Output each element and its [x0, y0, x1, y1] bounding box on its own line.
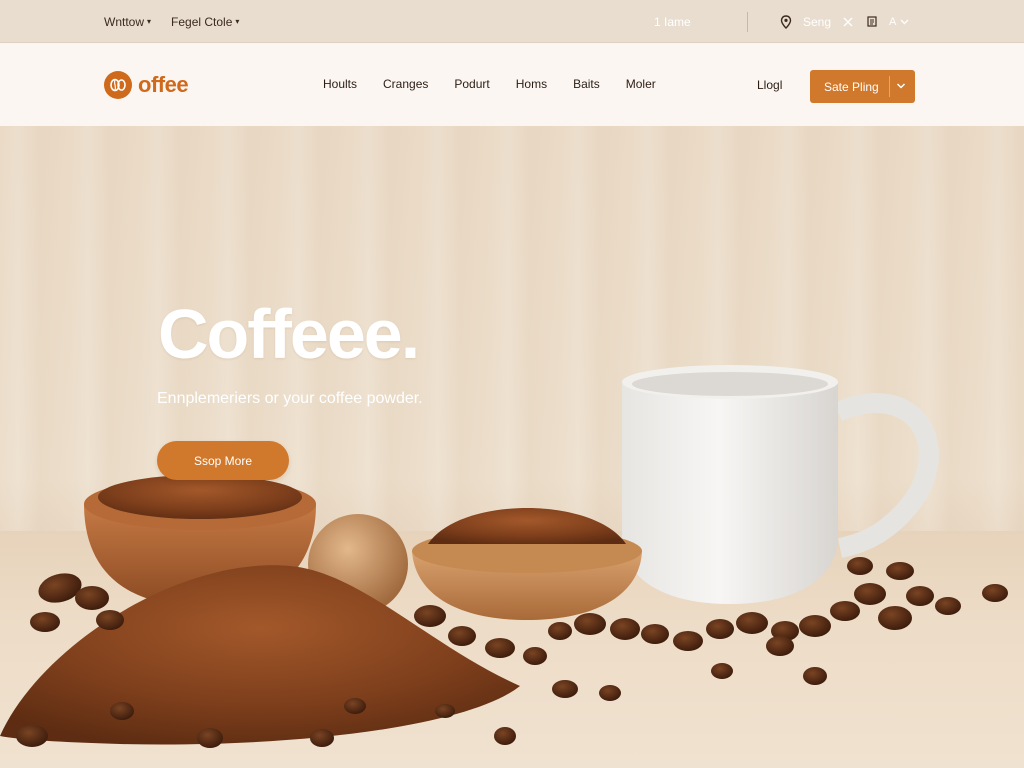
- white-mug: [622, 365, 939, 604]
- caret-down-icon: ▾: [147, 17, 152, 26]
- chevron-down-icon: [900, 19, 909, 24]
- utility-divider: [747, 12, 748, 32]
- utility-bar: Wnttow ▾ Fegel Ctole ▾ 1 Iame Seng A: [0, 0, 1024, 43]
- hero-title: Coffeee.: [158, 295, 420, 373]
- language-label: A: [889, 15, 897, 28]
- nav-link-podurt[interactable]: Podurt: [454, 77, 489, 91]
- location-pin-icon[interactable]: [779, 14, 793, 29]
- main-nav: offee Hoults Cranges Podurt Homs Baits M…: [0, 43, 1024, 126]
- nav-links: Hoults Cranges Podurt Homs Baits Moler: [323, 77, 682, 91]
- hero-section: Coffeee. Ennplemeriers or your coffee po…: [0, 126, 1024, 768]
- nav-link-hoults[interactable]: Hoults: [323, 77, 357, 91]
- middle-bowl-ground-coffee: [412, 508, 642, 620]
- document-icon[interactable]: [865, 15, 879, 29]
- nav-link-moler[interactable]: Moler: [626, 77, 656, 91]
- feel-cole-menu[interactable]: Fegel Ctole ▾: [171, 15, 239, 29]
- feel-cole-menu-label: Fegel Ctole: [171, 14, 233, 29]
- nav-link-baits[interactable]: Baits: [573, 77, 600, 91]
- chevron-down-icon: [896, 83, 906, 89]
- nav-link-homs[interactable]: Homs: [516, 77, 547, 91]
- nav-link-cranges[interactable]: Cranges: [383, 77, 428, 91]
- shop-more-label: Ssop More: [193, 453, 253, 468]
- close-icon[interactable]: [841, 15, 855, 29]
- logo[interactable]: offee: [104, 71, 189, 99]
- cta-label: Sate Pling: [824, 79, 879, 94]
- coffee-product-scene: [0, 365, 1008, 748]
- cta-dropdown-button[interactable]: Sate Pling: [810, 70, 915, 103]
- utility-left-menus: Wnttow ▾ Fegel Ctole ▾: [104, 0, 239, 43]
- logo-text: offee: [138, 72, 189, 97]
- utility-right-group: Seng A: [779, 0, 909, 43]
- shop-more-button[interactable]: Ssop More: [157, 441, 289, 480]
- cta-separator: [889, 76, 890, 97]
- home-link[interactable]: 1 Iame: [654, 15, 691, 29]
- caret-down-icon: ▾: [235, 17, 240, 26]
- sing-link[interactable]: Seng: [803, 15, 831, 29]
- window-menu-label: Wnttow: [104, 14, 145, 29]
- window-menu[interactable]: Wnttow ▾: [104, 15, 151, 29]
- hero-subtitle: Ennplemeriers or your coffee powder.: [157, 390, 423, 407]
- language-selector[interactable]: A: [889, 16, 909, 28]
- coffee-bean-logo-icon: [104, 71, 132, 99]
- login-link[interactable]: Llogl: [757, 78, 782, 92]
